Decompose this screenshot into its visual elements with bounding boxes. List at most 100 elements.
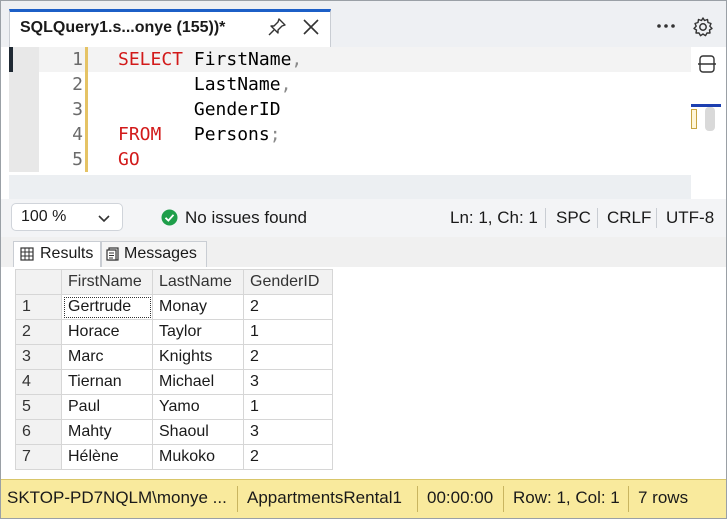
query-editor-window: SQLQuery1.s...onye (155))* 1 SELECT Firs… — [0, 0, 727, 519]
divider — [237, 486, 238, 512]
line-margin — [9, 97, 39, 122]
vertical-scrollbar[interactable] — [691, 47, 726, 199]
code-line[interactable]: 1 SELECT FirstName, — [9, 47, 691, 72]
table-row: 1 Gertrude Monay 2 — [15, 294, 333, 320]
encoding[interactable]: UTF-8 — [666, 208, 714, 228]
line-margin — [9, 122, 39, 147]
table-cell[interactable]: Horace — [61, 319, 153, 345]
table-cell[interactable]: 2 — [243, 444, 333, 470]
line-number: 4 — [72, 124, 83, 145]
divider — [503, 486, 504, 512]
row-number[interactable]: 5 — [15, 394, 62, 420]
table-cell[interactable]: Hélène — [61, 444, 153, 470]
table-cell[interactable]: Mahty — [61, 419, 153, 445]
cursor-position[interactable]: Ln: 1, Ch: 1 — [450, 208, 538, 228]
change-indicator — [85, 147, 88, 172]
row-number[interactable]: 1 — [15, 294, 62, 320]
column-header[interactable]: LastName — [152, 269, 244, 295]
divider — [417, 486, 418, 512]
table-row: 6 Mahty Shaoul 3 — [15, 419, 333, 445]
tab-results[interactable]: Results — [13, 241, 101, 267]
line-margin — [9, 72, 39, 97]
row-number[interactable]: 6 — [15, 419, 62, 445]
tab-title: SQLQuery1.s...onye (155))* — [20, 19, 226, 36]
database-name[interactable]: AppartmentsRental1 — [247, 488, 402, 508]
table-cell[interactable]: Yamo — [152, 394, 244, 420]
table-row: 5 Paul Yamo 1 — [15, 394, 333, 420]
code-text: GenderID — [118, 99, 281, 120]
issues-status[interactable]: No issues found — [185, 208, 307, 228]
tab-strip: SQLQuery1.s...onye (155))* — [1, 1, 726, 47]
table-cell[interactable]: 2 — [243, 294, 333, 320]
tab-results-label: Results — [40, 245, 94, 262]
editor-status-row: 100 % No issues found Ln: 1, Ch: 1 SPC C… — [1, 199, 726, 237]
table-row: 2 Horace Taylor 1 — [15, 319, 333, 345]
close-icon[interactable] — [300, 16, 322, 38]
tab-query[interactable]: SQLQuery1.s...onye (155))* — [9, 9, 331, 47]
check-circle-icon — [161, 209, 178, 226]
zoom-value: 100 % — [21, 208, 67, 225]
table-cell[interactable]: 3 — [243, 369, 333, 395]
gear-icon[interactable] — [691, 15, 715, 39]
table-cell[interactable]: Marc — [61, 344, 153, 370]
more-icon[interactable] — [655, 15, 677, 37]
table-cell[interactable]: Tiernan — [61, 369, 153, 395]
chevron-down-icon — [98, 215, 110, 223]
sql-editor[interactable]: 1 SELECT FirstName, 2 LastName, 3 Gender… — [9, 47, 691, 175]
code-line[interactable]: 5 GO — [9, 147, 691, 172]
code-line[interactable]: 4 FROM Persons; — [9, 122, 691, 147]
change-indicator — [85, 97, 88, 122]
horizontal-scrollbar[interactable] — [9, 175, 691, 199]
table-cell[interactable]: Michael — [152, 369, 244, 395]
whitespace-mode[interactable]: SPC — [556, 208, 591, 228]
result-tabs: Results Messages — [1, 237, 726, 267]
elapsed-time: 00:00:00 — [427, 488, 494, 507]
divider — [628, 486, 629, 512]
table-cell[interactable]: 2 — [243, 344, 333, 370]
column-header[interactable]: FirstName — [61, 269, 153, 295]
line-number: 3 — [72, 99, 83, 120]
split-editor-icon[interactable] — [696, 53, 718, 75]
row-count: 7 rows — [638, 488, 689, 507]
row-number[interactable]: 3 — [15, 344, 62, 370]
line-ending[interactable]: CRLF — [607, 208, 651, 228]
line-number: 2 — [72, 74, 83, 95]
table-header-row: FirstName LastName GenderID — [15, 269, 333, 295]
table-cell[interactable]: Gertrude — [61, 294, 153, 320]
row-number[interactable]: 7 — [15, 444, 62, 470]
row-number[interactable]: 2 — [15, 319, 62, 345]
row-number[interactable]: 4 — [15, 369, 62, 395]
table-cell[interactable]: Knights — [152, 344, 244, 370]
table-cell[interactable]: Paul — [61, 394, 153, 420]
line-number: 5 — [72, 149, 83, 170]
change-marker — [691, 109, 697, 129]
results-grid[interactable]: FirstName LastName GenderID 1 Gertrude M… — [1, 267, 726, 479]
table-cell[interactable]: 1 — [243, 319, 333, 345]
scroll-thumb[interactable] — [705, 107, 715, 131]
grid-icon — [20, 247, 34, 261]
line-margin — [9, 147, 39, 172]
divider — [597, 208, 598, 228]
divider — [545, 208, 546, 228]
zoom-dropdown[interactable]: 100 % — [11, 203, 123, 231]
code-line[interactable]: 3 GenderID — [9, 97, 691, 122]
table-cell[interactable]: 3 — [243, 419, 333, 445]
code-line[interactable]: 2 LastName, — [9, 72, 691, 97]
change-indicator — [85, 122, 88, 147]
table-cell[interactable]: Mukoko — [152, 444, 244, 470]
pin-icon[interactable] — [266, 16, 288, 38]
code-text: SELECT FirstName, — [118, 49, 303, 70]
table-cell[interactable]: Shaoul — [152, 419, 244, 445]
row-header-corner[interactable] — [15, 269, 62, 295]
table-row: 7 Hélène Mukoko 2 — [15, 444, 333, 470]
code-text: FROM Persons; — [118, 124, 281, 145]
code-text: LastName, — [118, 74, 292, 95]
table-row: 4 Tiernan Michael 3 — [15, 369, 333, 395]
table-cell[interactable]: Monay — [152, 294, 244, 320]
table-cell[interactable]: 1 — [243, 394, 333, 420]
column-header[interactable]: GenderID — [243, 269, 333, 295]
tab-messages[interactable]: Messages — [101, 241, 207, 267]
grid-position: Row: 1, Col: 1 — [513, 488, 620, 507]
table-cell[interactable]: Taylor — [152, 319, 244, 345]
server-connection[interactable]: SKTOP-PD7NQLM\monye ... — [7, 488, 227, 508]
